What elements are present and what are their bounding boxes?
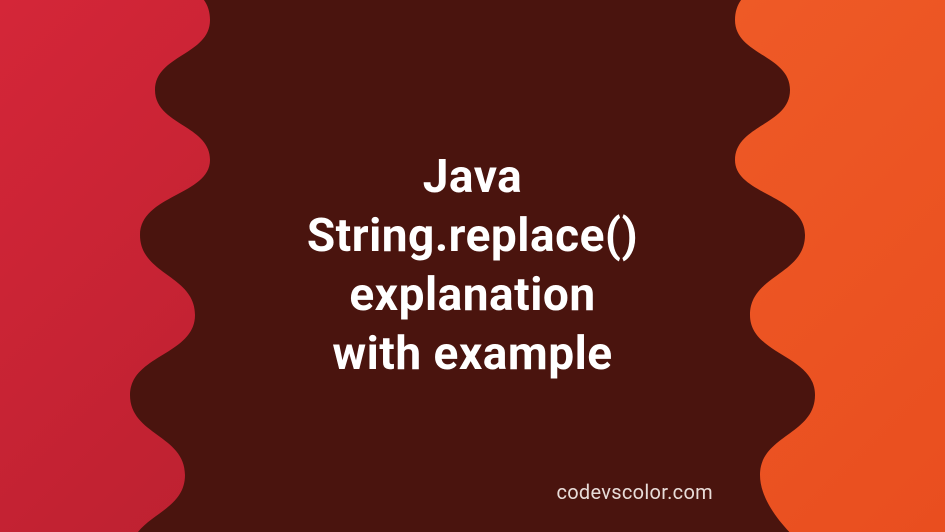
banner-container: Java String.replace() explanation with e… xyxy=(0,0,945,532)
title-line-4: with example xyxy=(307,325,638,384)
title-line-3: explanation xyxy=(307,266,638,325)
watermark-text: codevscolor.com xyxy=(556,480,713,504)
title-block: Java String.replace() explanation with e… xyxy=(307,148,638,384)
title-line-2: String.replace() xyxy=(307,207,638,266)
title-line-1: Java xyxy=(307,148,638,207)
